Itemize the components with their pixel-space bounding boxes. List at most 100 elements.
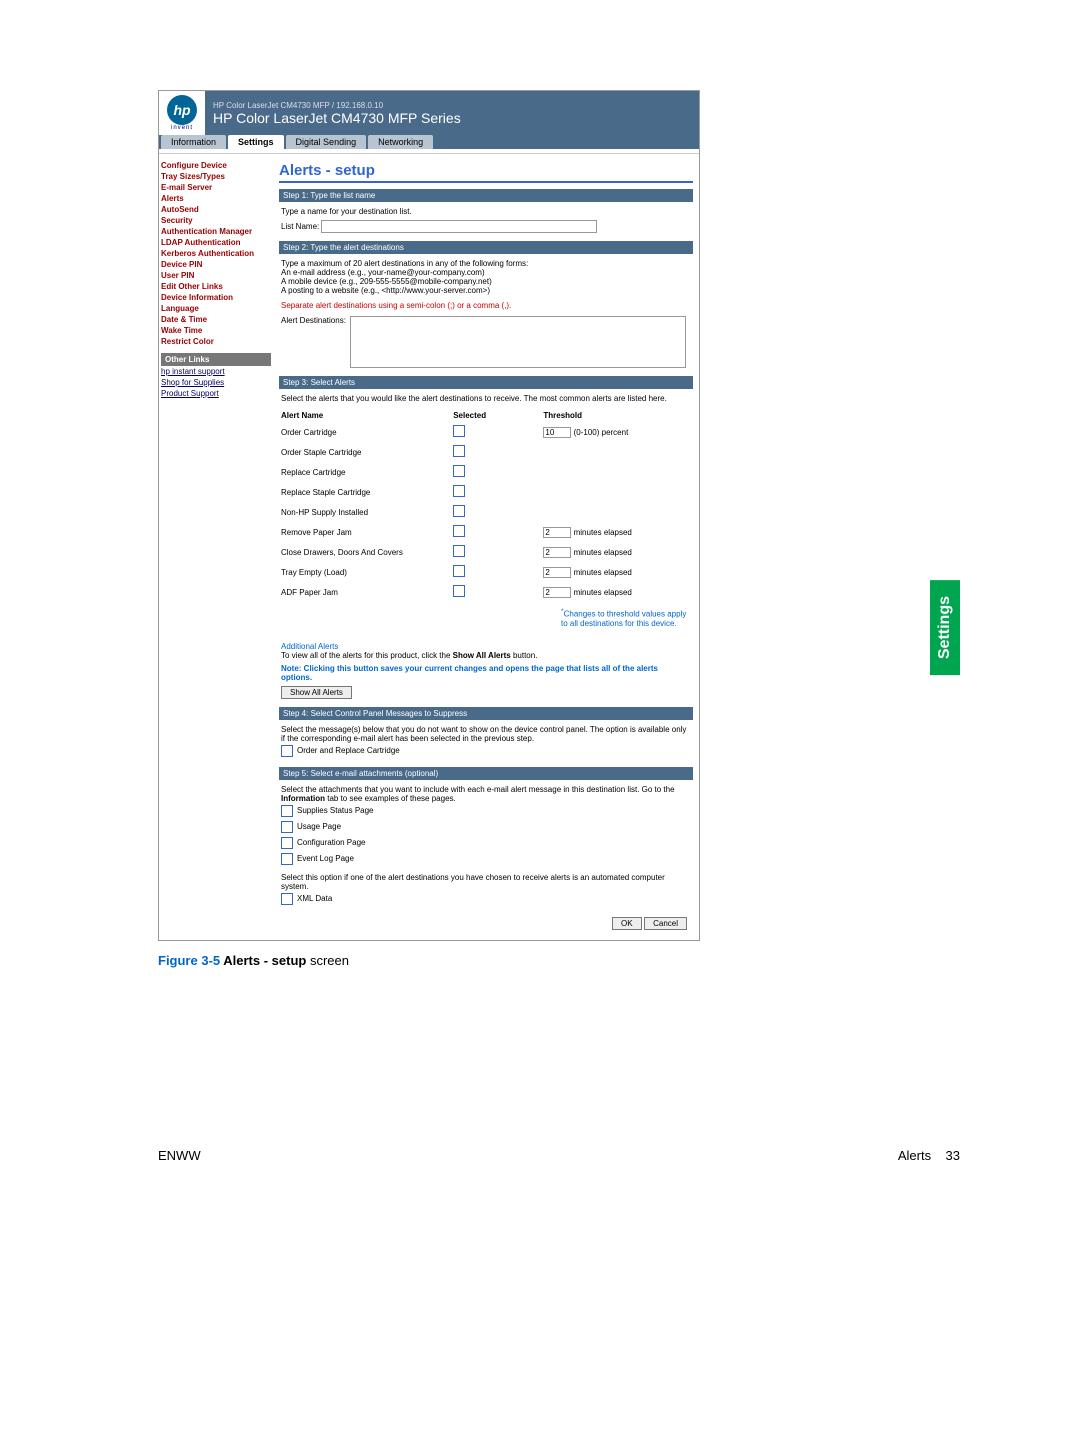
alert-name: Non-HP Supply Installed — [281, 502, 453, 522]
page-footer: ENWW Alerts 33 — [158, 1148, 960, 1163]
sidebar-item[interactable]: AutoSend — [161, 204, 271, 215]
alert-row: Tray Empty (Load) minutes elapsed — [281, 562, 691, 582]
cancel-button[interactable]: Cancel — [644, 917, 687, 930]
alert-checkbox[interactable] — [453, 485, 465, 497]
sidebar-item[interactable]: Authentication Manager — [161, 226, 271, 237]
xml-checkbox[interactable] — [281, 893, 293, 905]
attach-checkbox[interactable] — [281, 853, 293, 865]
additional-alerts-desc: To view all of the alerts for this produ… — [281, 651, 453, 660]
sidebar-item[interactable]: Restrict Color — [161, 336, 271, 347]
alert-checkbox[interactable] — [453, 465, 465, 477]
attach-checkbox[interactable] — [281, 821, 293, 833]
suppress-checkbox[interactable] — [281, 745, 293, 757]
threshold-input[interactable] — [543, 427, 571, 438]
col-selected: Selected — [453, 409, 543, 422]
figure-number: Figure 3-5 — [158, 953, 220, 968]
threshold-unit: minutes elapsed — [574, 548, 632, 557]
main-tabs: Information Settings Digital Sending Net… — [159, 135, 699, 149]
threshold-input[interactable] — [543, 547, 571, 558]
alert-checkbox[interactable] — [453, 525, 465, 537]
step3-header: Step 3: Select Alerts — [279, 376, 693, 389]
threshold-unit: minutes elapsed — [574, 528, 632, 537]
attach-item: Event Log Page — [297, 854, 354, 863]
list-name-input[interactable] — [321, 220, 597, 233]
alert-row: Order Cartridge (0-100) percent — [281, 422, 691, 442]
tab-networking[interactable]: Networking — [368, 135, 433, 149]
other-links-header: Other Links — [161, 353, 271, 366]
sidebar-item[interactable]: Language — [161, 303, 271, 314]
step1-header: Step 1: Type the list name — [279, 189, 693, 202]
threshold-input[interactable] — [543, 587, 571, 598]
alert-name[interactable]: Tray Empty (Load) — [281, 562, 453, 582]
suppress-item: Order and Replace Cartridge — [297, 746, 400, 755]
attach-checkbox[interactable] — [281, 837, 293, 849]
alert-dest-label: Alert Destinations: — [281, 316, 346, 325]
sidebar-item[interactable]: E-mail Server — [161, 182, 271, 193]
tab-information[interactable]: Information — [161, 135, 226, 149]
step5-header: Step 5: Select e-mail attachments (optio… — [279, 767, 693, 780]
col-alert-name: Alert Name — [281, 409, 453, 422]
step5-desc: Select the attachments that you want to … — [281, 785, 675, 794]
alert-dest-textarea[interactable] — [350, 316, 686, 368]
hp-logo-icon: hp — [167, 95, 197, 125]
alert-name: Replace Cartridge — [281, 462, 453, 482]
additional-alerts-label: Additional Alerts — [281, 642, 691, 651]
alert-name: Close Drawers, Doors And Covers — [281, 542, 453, 562]
list-name-label: List Name: — [281, 222, 319, 231]
alert-row: Replace Cartridge — [281, 462, 691, 482]
attach-checkbox[interactable] — [281, 805, 293, 817]
sidebar-item[interactable]: Security — [161, 215, 271, 226]
sidebar-item[interactable]: Tray Sizes/Types — [161, 171, 271, 182]
threshold-unit: minutes elapsed — [574, 568, 632, 577]
step2-example: An e-mail address (e.g., your-name@your-… — [281, 268, 691, 277]
alert-checkbox[interactable] — [453, 445, 465, 457]
alert-checkbox[interactable] — [453, 565, 465, 577]
sidebar-item[interactable]: LDAP Authentication — [161, 237, 271, 248]
sidebar-item[interactable]: Device Information — [161, 292, 271, 303]
alert-row: Remove Paper Jam minutes elapsed — [281, 522, 691, 542]
threshold-input[interactable] — [543, 527, 571, 538]
alert-name: Remove Paper Jam — [281, 522, 453, 542]
tab-digital-sending[interactable]: Digital Sending — [286, 135, 367, 149]
alert-row: ADF Paper Jam minutes elapsed — [281, 582, 691, 602]
threshold-input[interactable] — [543, 567, 571, 578]
tab-settings[interactable]: Settings — [228, 135, 284, 149]
alert-checkbox[interactable] — [453, 585, 465, 597]
other-link[interactable]: hp instant support — [161, 366, 271, 377]
xml-desc: Select this option if one of the alert d… — [281, 873, 691, 891]
alert-name: Order Staple Cartridge — [281, 442, 453, 462]
sidebar-item[interactable]: Wake Time — [161, 325, 271, 336]
footer-page-number: 33 — [946, 1148, 960, 1163]
sidebar-item-alerts[interactable]: Alerts — [161, 193, 271, 204]
alert-row: Non-HP Supply Installed — [281, 502, 691, 522]
information-bold: Information — [281, 794, 325, 803]
footer-section: Alerts — [898, 1148, 931, 1163]
alert-checkbox[interactable] — [453, 425, 465, 437]
threshold-unit: (0-100) percent — [574, 428, 629, 437]
sidebar-item[interactable]: Kerberos Authentication — [161, 248, 271, 259]
page-title: Alerts - setup — [279, 162, 693, 183]
content-area: Alerts - setup Step 1: Type the list nam… — [273, 154, 699, 940]
ok-button[interactable]: OK — [612, 917, 642, 930]
sidebar-item[interactable]: User PIN — [161, 270, 271, 281]
col-threshold: Threshold — [543, 409, 691, 422]
separator-note: Separate alert destinations using a semi… — [281, 301, 691, 310]
step3-desc: Select the alerts that you would like th… — [281, 394, 691, 403]
other-link[interactable]: Shop for Supplies — [161, 377, 271, 388]
alert-checkbox[interactable] — [453, 545, 465, 557]
sidebar-item[interactable]: Device PIN — [161, 259, 271, 270]
attach-item: Configuration Page — [297, 838, 366, 847]
sidebar-item[interactable]: Date & Time — [161, 314, 271, 325]
step2-header: Step 2: Type the alert destinations — [279, 241, 693, 254]
show-all-alerts-button[interactable]: Show All Alerts — [281, 686, 352, 699]
other-link[interactable]: Product Support — [161, 388, 271, 399]
threshold-unit: minutes elapsed — [574, 588, 632, 597]
alert-row: Replace Staple Cartridge — [281, 482, 691, 502]
sidebar-item[interactable]: Edit Other Links — [161, 281, 271, 292]
hp-logo-subtext: invent — [167, 125, 197, 131]
xml-item: XML Data — [297, 894, 332, 903]
alert-checkbox[interactable] — [453, 505, 465, 517]
hp-logo-box: hp invent — [159, 91, 205, 135]
alert-name: ADF Paper Jam — [281, 582, 453, 602]
sidebar-item[interactable]: Configure Device — [161, 160, 271, 171]
